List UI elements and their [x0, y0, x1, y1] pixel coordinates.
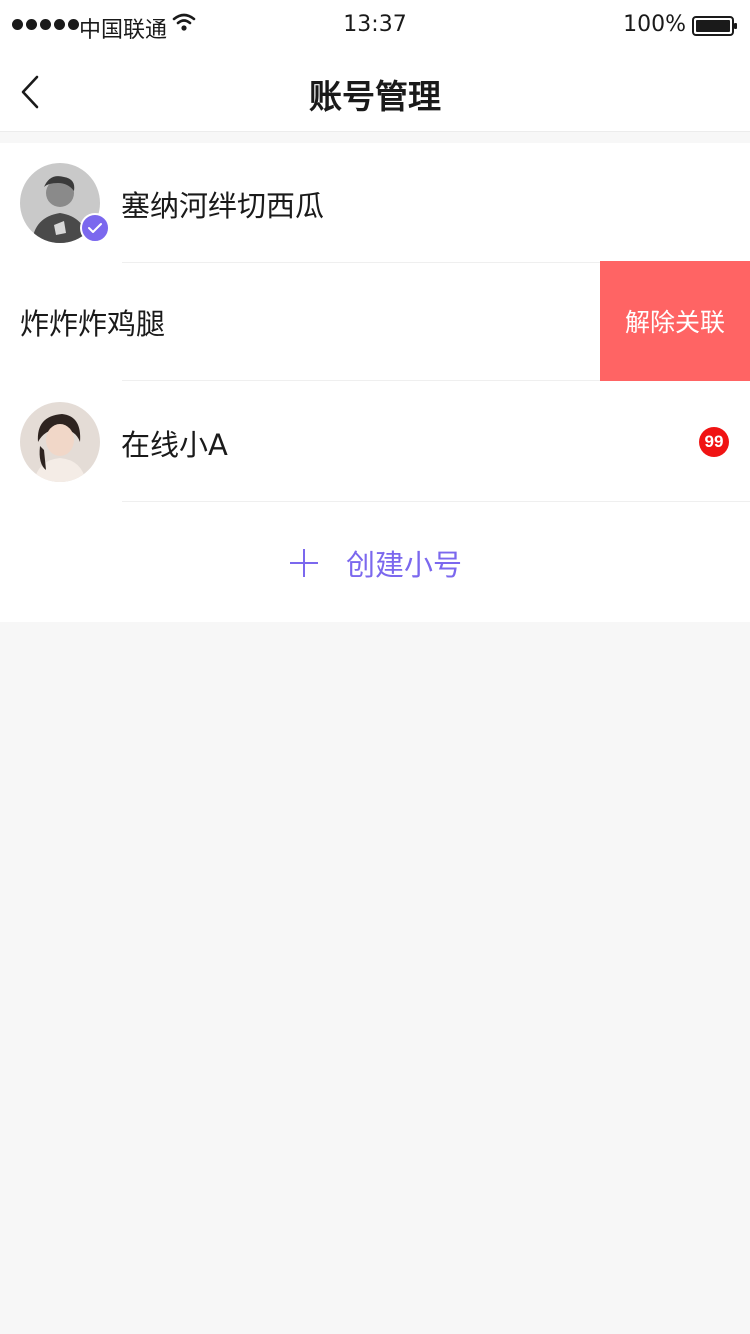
- account-list: 塞纳河绊切西瓜 炸炸炸鸡腿 解除关联 在线小A 99 创建小号: [0, 143, 750, 622]
- account-row-1[interactable]: 塞纳河绊切西瓜: [0, 143, 750, 263]
- page-title: 账号管理: [309, 77, 441, 116]
- account-name: 炸炸炸鸡腿: [20, 307, 166, 341]
- verified-check-icon: [80, 213, 110, 243]
- avatar: [20, 402, 100, 482]
- account-row-3[interactable]: 在线小A 99: [0, 382, 750, 502]
- create-sub-account-button[interactable]: 创建小号: [0, 503, 750, 622]
- navigation-bar: 账号管理: [0, 52, 750, 132]
- battery-percentage: 100%: [623, 12, 686, 37]
- create-sub-account-label: 创建小号: [345, 547, 462, 582]
- divider: [122, 501, 750, 502]
- account-row-2[interactable]: 炸炸炸鸡腿 解除关联: [0, 261, 750, 381]
- unlink-account-button[interactable]: 解除关联: [600, 261, 750, 381]
- unread-count-badge: 99: [699, 427, 729, 457]
- status-bar: 中国联通 13:37 100%: [0, 0, 750, 52]
- plus-icon: [289, 548, 318, 577]
- battery-icon: [692, 16, 737, 36]
- account-name: 塞纳河绊切西瓜: [121, 189, 325, 223]
- avatar-woman-image: [20, 402, 100, 482]
- account-name: 在线小A: [121, 428, 228, 462]
